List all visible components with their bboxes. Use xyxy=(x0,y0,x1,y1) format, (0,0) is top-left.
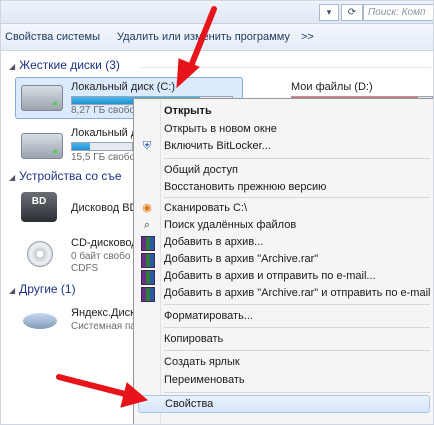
annotation-arrows xyxy=(56,6,217,408)
arrow-to-drive-c xyxy=(176,6,217,89)
arrow-to-properties xyxy=(56,374,149,408)
explorer-window: ▾ ⟳ Поиск: Комп Свойства системы Удалить… xyxy=(0,0,434,425)
